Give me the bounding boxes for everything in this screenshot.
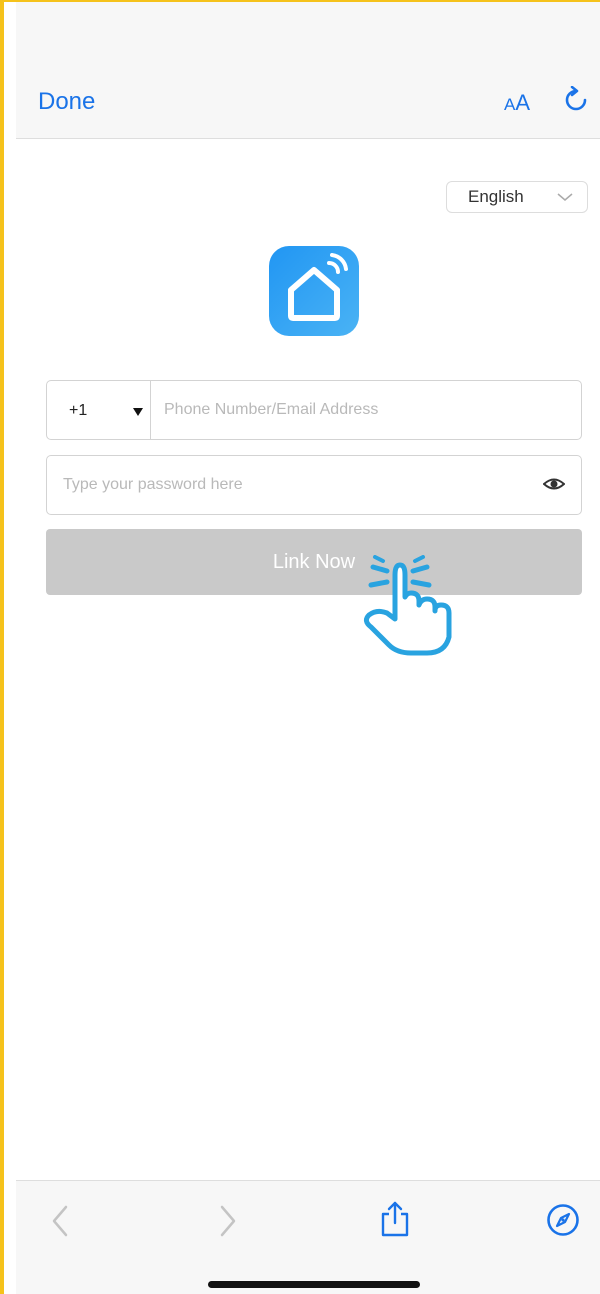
caret-down-icon [133, 408, 143, 416]
link-now-label: Link Now [272, 550, 356, 573]
smart-home-logo-icon [269, 246, 359, 336]
browser-bottom-toolbar [16, 1180, 600, 1294]
web-content: English +1 Phone Number/Email Address Li… [16, 139, 600, 1179]
done-button[interactable]: Done [38, 88, 95, 116]
country-code-selector[interactable]: +1 [47, 381, 151, 439]
chevron-down-icon [557, 193, 573, 201]
country-code-value: +1 [69, 402, 88, 419]
text-size-large-glyph: A [515, 90, 531, 115]
password-field [46, 455, 582, 515]
phone-email-input[interactable] [151, 381, 579, 439]
chevron-left-icon[interactable] [50, 1205, 70, 1237]
link-now-button[interactable]: Link Now [46, 529, 582, 595]
reload-icon[interactable] [562, 85, 590, 114]
app-frame: Done AA English +1 Phone Number/Email Ad… [0, 0, 600, 1294]
home-indicator[interactable] [208, 1281, 420, 1288]
password-input[interactable] [47, 456, 527, 514]
compass-icon[interactable] [546, 1203, 580, 1237]
text-size-small-glyph: A [504, 95, 516, 114]
share-icon[interactable] [380, 1201, 410, 1237]
language-selector[interactable]: English [446, 181, 588, 213]
eye-icon[interactable] [543, 475, 565, 493]
phone-email-field: +1 [46, 380, 582, 440]
text-size-button[interactable]: AA [504, 90, 530, 116]
tap-hand-icon [363, 555, 452, 656]
browser-top-bar: Done AA [16, 2, 600, 139]
chevron-right-icon[interactable] [218, 1205, 238, 1237]
language-label: English [468, 187, 524, 206]
